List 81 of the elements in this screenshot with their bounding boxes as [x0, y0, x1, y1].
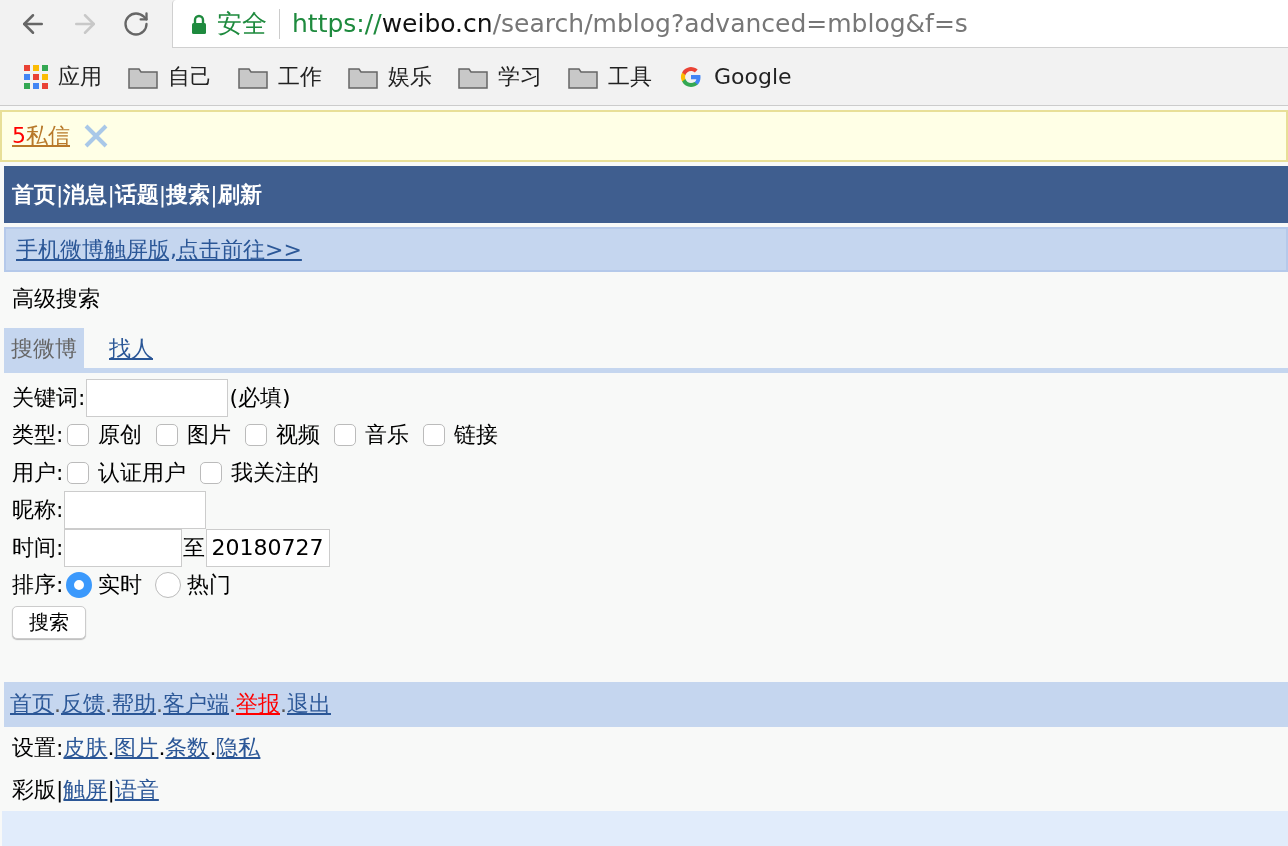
- date-to-field[interactable]: 20180727: [206, 528, 331, 567]
- separator: .: [209, 735, 217, 760]
- separator: |: [56, 777, 64, 802]
- option-label: 音乐: [365, 421, 410, 450]
- checkbox[interactable]: [67, 461, 90, 484]
- version-link[interactable]: 语音: [114, 774, 159, 805]
- separator: |: [107, 777, 115, 802]
- range-joiner: 至: [183, 533, 206, 562]
- search-tab[interactable]: 搜微博: [4, 328, 84, 368]
- separator: .: [156, 691, 163, 717]
- footer-link[interactable]: 反馈: [61, 689, 105, 719]
- settings-link[interactable]: 图片: [114, 732, 159, 763]
- bookmark[interactable]: 学习: [458, 61, 542, 92]
- checkbox[interactable]: [156, 424, 179, 447]
- separator: .: [229, 691, 236, 717]
- apps-grid-icon: [24, 64, 48, 89]
- radio-button[interactable]: [155, 572, 182, 599]
- radio-button[interactable]: [66, 572, 93, 599]
- separator: |: [210, 182, 218, 207]
- option-label: 实时: [98, 571, 143, 600]
- separator: .: [280, 691, 287, 717]
- separator: |: [107, 182, 115, 207]
- option-label: 我关注的: [231, 458, 320, 487]
- nav-link[interactable]: 话题: [114, 179, 159, 210]
- address-bar[interactable]: 安全 https://weibo.cn/search/mblog?advanced=mblog&f=s: [172, 0, 1288, 48]
- checkbox[interactable]: [245, 424, 268, 447]
- bookmark[interactable]: 娱乐: [348, 61, 432, 92]
- checkbox[interactable]: [334, 424, 357, 447]
- footer-link[interactable]: 退出: [287, 689, 331, 719]
- settings-link[interactable]: 条数: [165, 732, 210, 763]
- checkbox[interactable]: [200, 461, 223, 484]
- lock-icon: [191, 13, 207, 34]
- field-label: 排序:: [12, 571, 64, 600]
- version-link[interactable]: 触屏: [63, 774, 108, 805]
- separator: .: [105, 691, 112, 717]
- option-label: 链接: [454, 421, 499, 450]
- search-button[interactable]: 搜索: [12, 606, 86, 640]
- option-label: 原创: [98, 421, 143, 450]
- nav-link[interactable]: 首页: [12, 179, 56, 210]
- field-label: 时间:: [12, 533, 64, 562]
- close-icon[interactable]: [84, 124, 108, 148]
- field-label: 昵称:: [12, 496, 64, 525]
- option-label: 图片: [187, 421, 232, 450]
- separator: |: [56, 182, 64, 207]
- page-heading: 高级搜索: [12, 286, 100, 311]
- required-note: (必填): [229, 383, 291, 412]
- checkbox[interactable]: [67, 424, 90, 447]
- bookmark[interactable]: 自己: [128, 61, 212, 92]
- separator: .: [54, 691, 61, 717]
- footer-link[interactable]: 客户端: [163, 689, 229, 719]
- option-label: 热门: [187, 571, 232, 600]
- bookmark[interactable]: 应用: [24, 61, 102, 92]
- field-label: 用户:: [12, 458, 64, 487]
- input-field[interactable]: [64, 491, 207, 530]
- nav-link[interactable]: 刷新: [217, 179, 262, 210]
- option-label: 视频: [276, 421, 321, 450]
- bookmark[interactable]: 工具: [568, 61, 652, 92]
- reload-button[interactable]: [122, 10, 150, 38]
- separator: .: [158, 735, 166, 760]
- private-message-link[interactable]: 5私信: [12, 121, 70, 151]
- checkbox[interactable]: [423, 424, 446, 447]
- touch-version-link[interactable]: 手机微博触屏版,点击前往>>: [16, 234, 302, 265]
- bookmark[interactable]: 工作: [238, 61, 322, 92]
- settings-label: 设置:: [12, 733, 64, 762]
- search-tab[interactable]: 找人: [102, 328, 160, 368]
- settings-link[interactable]: 隐私: [216, 732, 261, 763]
- field-label: 类型:: [12, 421, 64, 450]
- input-field[interactable]: [86, 378, 229, 417]
- nav-link[interactable]: 消息: [63, 179, 108, 210]
- current-version-label: 彩版: [12, 775, 56, 804]
- footer-link[interactable]: 帮助: [112, 689, 156, 719]
- settings-link[interactable]: 皮肤: [63, 732, 108, 763]
- field-label: 关键词:: [12, 383, 86, 412]
- secure-label: 安全: [217, 8, 280, 39]
- date-from-field[interactable]: [64, 528, 183, 567]
- bookmark[interactable]: Google: [678, 63, 792, 90]
- url-text: https://weibo.cn/search/mblog?advanced=mblog&f=s: [292, 9, 968, 38]
- separator: .: [107, 735, 115, 760]
- option-label: 认证用户: [98, 458, 187, 487]
- footer-link[interactable]: 首页: [10, 689, 54, 719]
- nav-link[interactable]: 搜索: [166, 179, 211, 210]
